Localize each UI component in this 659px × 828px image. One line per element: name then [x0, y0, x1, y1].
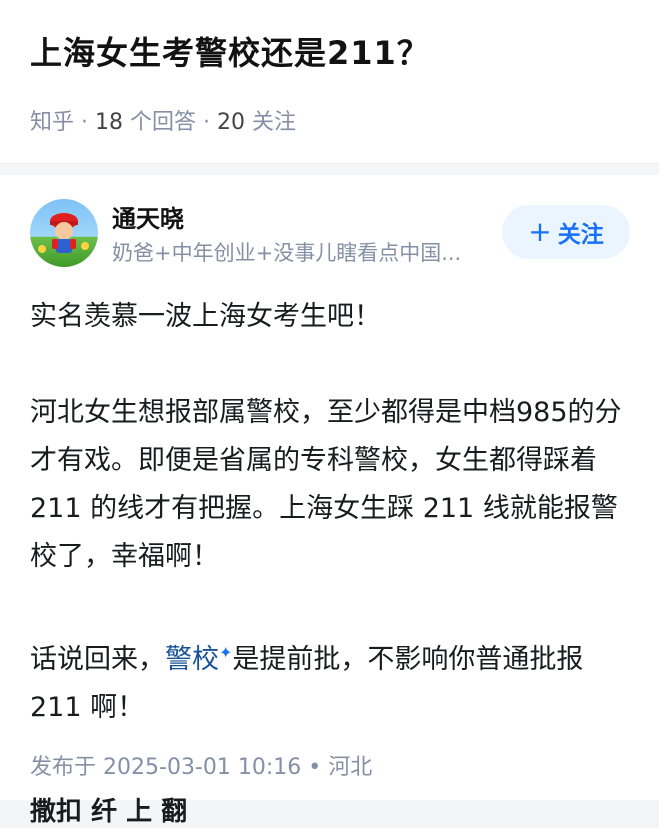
- answers-count: 18: [95, 110, 124, 135]
- answer-content: 实名羡慕一波上海女考生吧！ 河北女生想报部属警校，至少都得是中档985的分才有戏…: [30, 293, 640, 732]
- police-school-link[interactable]: 警校: [165, 644, 219, 675]
- plus-icon: +: [528, 215, 552, 248]
- mario-avatar-icon: [38, 213, 89, 253]
- paragraph-3-start: 话说回来，: [30, 644, 165, 675]
- paragraph-1: 实名羡慕一波上海女考生吧！: [30, 301, 381, 332]
- cutoff-text: 撒扣 纤 上 翻: [30, 797, 188, 827]
- answers-label[interactable]: 个回答: [130, 110, 196, 135]
- author-name[interactable]: 通天晓: [112, 199, 184, 234]
- followers-label[interactable]: 关注: [252, 110, 296, 135]
- dot-separator: •: [308, 755, 322, 780]
- question-title[interactable]: 上海女生考警校还是211？: [30, 28, 430, 74]
- publish-location: 河北: [328, 755, 373, 780]
- publish-info: 发布于 2025-03-01 10:16 • 河北: [30, 749, 372, 781]
- question-meta: 知乎 · 18 个回答 · 20 关注: [30, 104, 296, 136]
- followers-count: 20: [217, 110, 246, 135]
- follow-button[interactable]: + 关注: [502, 205, 630, 259]
- question-header: 上海女生考警校还是211？ 知乎 · 18 个回答 · 20 关注: [0, 0, 659, 164]
- paragraph-2: 河北女生想报部属警校，至少都得是中档985的分才有戏。即便是省属的专科警校，女生…: [30, 397, 622, 572]
- meta-separator: ·: [203, 110, 211, 135]
- follow-label: 关注: [557, 222, 604, 248]
- publish-datetime: 2025-03-01 10:16: [103, 755, 302, 780]
- sparkle-icon: ✦: [219, 643, 233, 662]
- answer-card: 通天晓 奶爸+中年创业+没事儿瞎看点中国... + 关注 实名羡慕一波上海女考生…: [0, 175, 659, 827]
- meta-separator: ·: [81, 110, 89, 135]
- author-bio: 奶爸+中年创业+没事儿瞎看点中国...: [112, 241, 462, 265]
- source-label[interactable]: 知乎: [30, 110, 74, 135]
- publish-prefix: 发布于: [30, 755, 97, 780]
- paragraph-3: 话说回来，警校✦是提前批，不影响你普通批报 211 啊！: [30, 629, 640, 732]
- avatar[interactable]: [30, 199, 98, 267]
